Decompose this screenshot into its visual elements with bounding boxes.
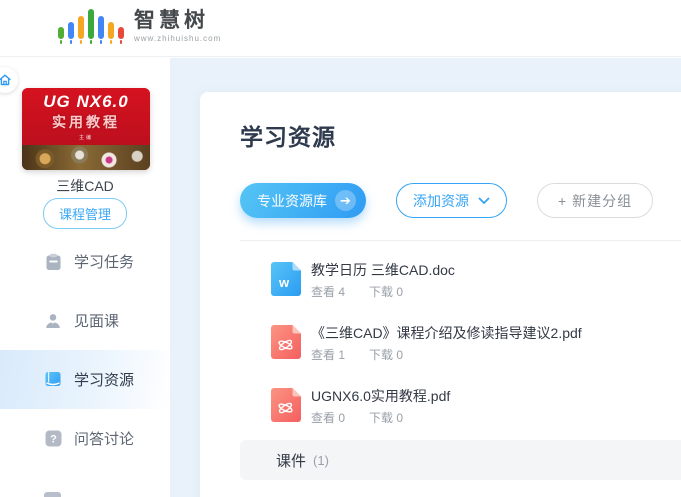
add-resource-label: 添加资源: [413, 191, 469, 211]
workspace: UG NX6.0 实用教程 主编 三维CAD 课程管理: [0, 58, 681, 497]
file-name[interactable]: UGNX6.0实用教程.pdf: [311, 388, 450, 405]
cover-byline: 主编: [22, 134, 150, 141]
cover-title-line1: UG NX6.0: [22, 92, 150, 112]
sidebar-item-meeting-class[interactable]: 见面课: [0, 291, 170, 350]
brand-logo[interactable]: 智慧树 www.zhihuishu.com: [58, 9, 221, 46]
arrow-right-icon: ➔: [335, 190, 356, 211]
person-icon: [44, 312, 62, 330]
download-count: 下载 0: [369, 348, 403, 362]
group-header-courseware[interactable]: 课件 (1): [240, 440, 681, 480]
sidebar-menu: 学习任务 见面课: [0, 232, 170, 468]
home-icon: [0, 73, 12, 87]
sidebar-item-label: 学习资源: [74, 369, 134, 390]
sidebar-item-label: 见面课: [74, 310, 119, 331]
page-title: 学习资源: [240, 118, 336, 152]
cover-title-line2: 实用教程: [22, 112, 150, 132]
word-doc-icon: w: [271, 262, 301, 296]
file-name[interactable]: 教学日历 三维CAD.doc: [311, 262, 455, 279]
sidebar-item-partial-icon: [44, 492, 61, 497]
pdf-icon: [271, 325, 301, 359]
file-row[interactable]: 《三维CAD》课程介绍及修读指导建议2.pdf 查看 1 下载 0: [271, 325, 582, 363]
course-manage-button[interactable]: 课程管理: [43, 198, 127, 229]
clipboard-icon: [44, 253, 62, 271]
download-count: 下载 0: [369, 285, 403, 299]
sidebar: UG NX6.0 实用教程 主编 三维CAD 课程管理: [0, 58, 170, 497]
question-icon: ?: [44, 430, 62, 448]
file-list: w 教学日历 三维CAD.doc 查看 4 下载 0: [271, 262, 582, 451]
group-title: 课件: [276, 450, 306, 471]
brand-url: www.zhihuishu.com: [134, 35, 221, 43]
divider: [240, 240, 681, 241]
toolbar: 专业资源库 ➔ 添加资源 + 新建分组: [240, 183, 653, 218]
new-group-button[interactable]: + 新建分组: [537, 183, 653, 218]
sidebar-item-label: 问答讨论: [74, 428, 134, 449]
app-header: 智慧树 www.zhihuishu.com: [0, 0, 681, 57]
view-count: 查看 1: [311, 348, 345, 362]
view-count: 查看 4: [311, 285, 345, 299]
file-row[interactable]: UGNX6.0实用教程.pdf 查看 0 下载 0: [271, 388, 582, 426]
sidebar-item-learning-resources[interactable]: 学习资源: [0, 350, 170, 409]
pro-resource-library-button[interactable]: 专业资源库 ➔: [240, 183, 366, 218]
file-name[interactable]: 《三维CAD》课程介绍及修读指导建议2.pdf: [311, 325, 582, 342]
course-home-button[interactable]: [0, 67, 18, 93]
sidebar-item-learning-tasks[interactable]: 学习任务: [0, 232, 170, 291]
book-icon: [44, 371, 62, 389]
sidebar-item-label: 学习任务: [74, 251, 134, 272]
course-name: 三维CAD: [0, 176, 170, 196]
file-row[interactable]: w 教学日历 三维CAD.doc 查看 4 下载 0: [271, 262, 582, 300]
add-resource-button[interactable]: 添加资源: [396, 183, 507, 218]
sidebar-item-qa-discussion[interactable]: ? 问答讨论: [0, 409, 170, 468]
pdf-icon: [271, 388, 301, 422]
pro-resource-library-label: 专业资源库: [257, 191, 327, 211]
svg-text:?: ?: [50, 434, 57, 446]
download-count: 下载 0: [369, 411, 403, 425]
svg-text:w: w: [278, 275, 290, 290]
brand-name: 智慧树: [134, 10, 221, 31]
tree-bars-icon: [58, 9, 124, 46]
learning-resources-panel: 学习资源 专业资源库 ➔ 添加资源 + 新建分组: [200, 92, 681, 497]
view-count: 查看 0: [311, 411, 345, 425]
group-count: (1): [313, 453, 329, 468]
chevron-down-icon: [478, 197, 490, 205]
course-cover-image[interactable]: UG NX6.0 实用教程 主编: [22, 88, 150, 170]
cover-artwork: [22, 145, 150, 170]
